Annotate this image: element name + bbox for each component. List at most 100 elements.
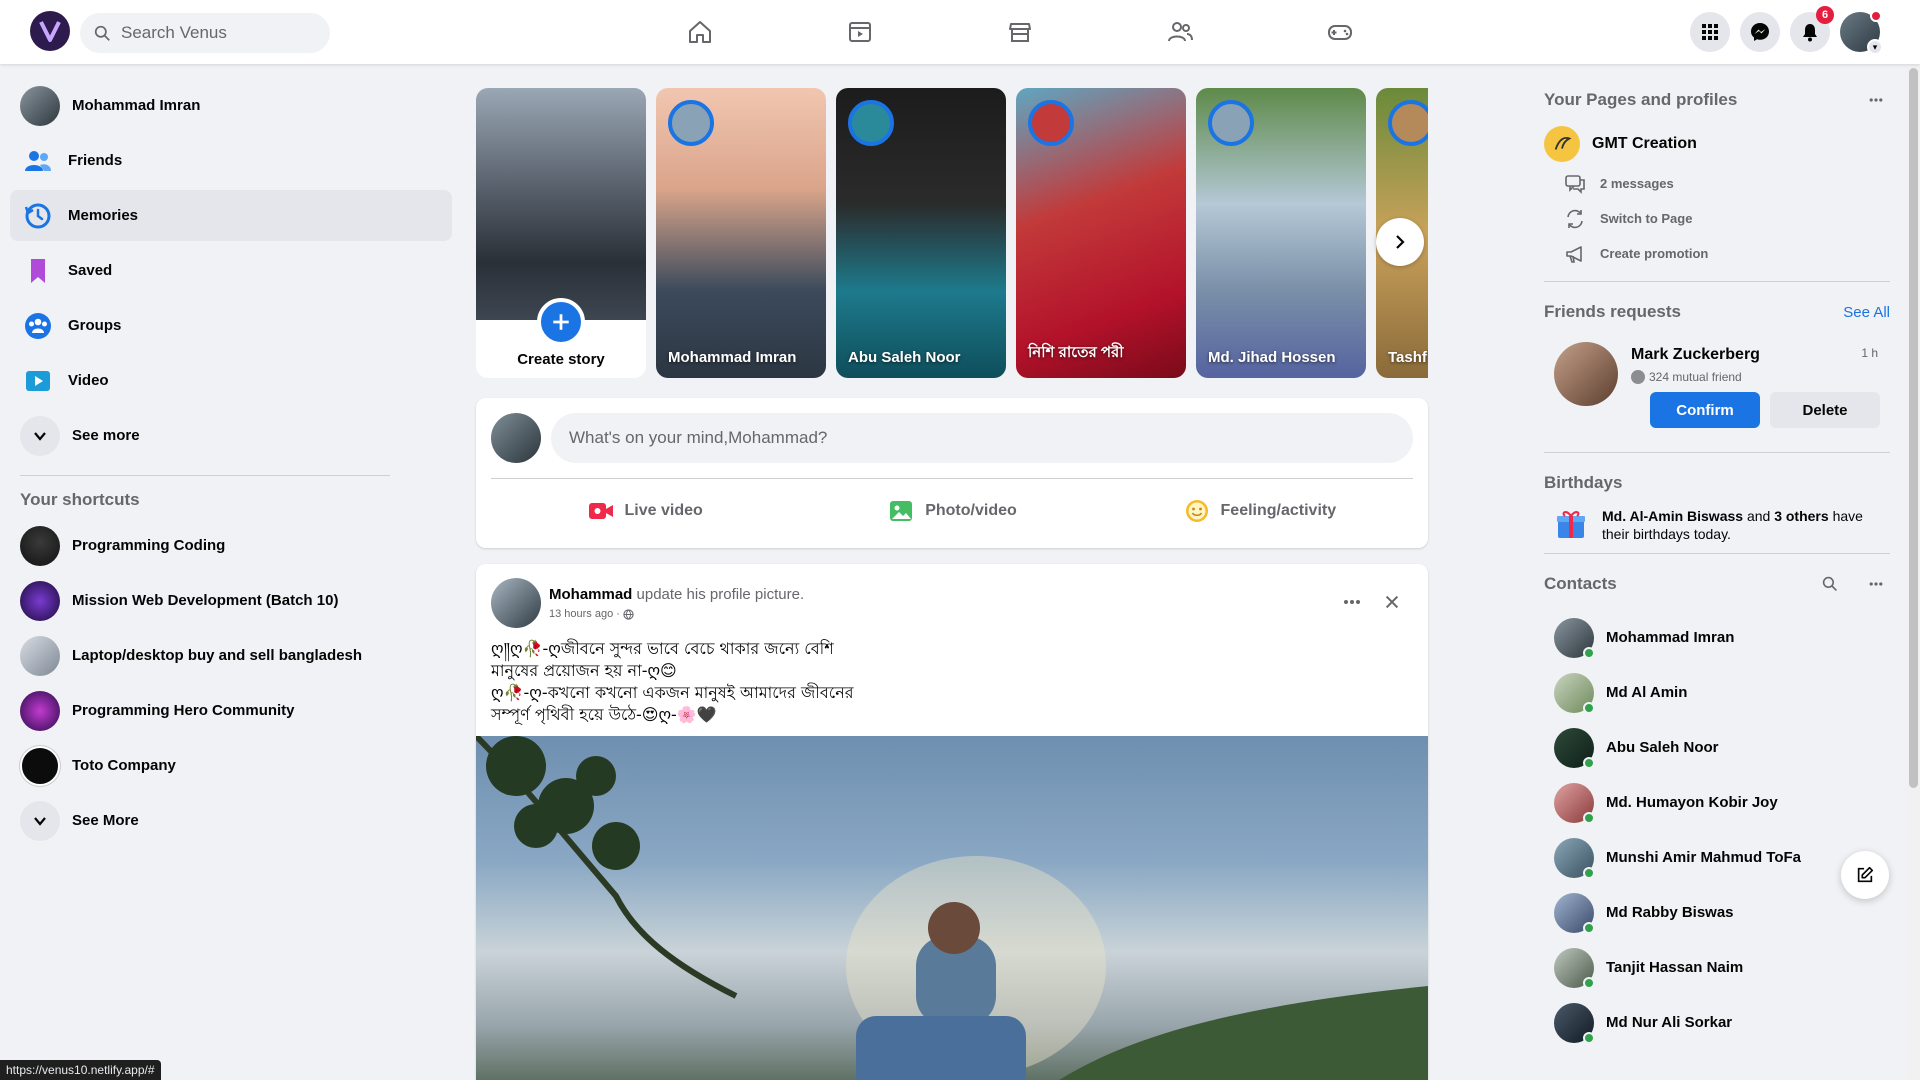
- see-all-link[interactable]: See All: [1843, 304, 1890, 321]
- contacts-more-button[interactable]: [1862, 570, 1890, 598]
- messages-icon: [1565, 174, 1585, 194]
- sidebar-item-saved[interactable]: Saved: [10, 245, 452, 296]
- sidebar-item-memories[interactable]: Memories: [10, 190, 452, 241]
- photo-video-button[interactable]: Photo/video: [798, 488, 1105, 534]
- post-close-button[interactable]: [1376, 586, 1408, 618]
- stories-next-button[interactable]: [1376, 218, 1424, 266]
- sidebar-divider: [20, 475, 390, 476]
- contact-item[interactable]: Munshi Amir Mahmud ToFa: [1544, 830, 1890, 885]
- post-author-avatar[interactable]: [491, 578, 541, 628]
- shortcuts-see-more[interactable]: See More: [10, 795, 452, 846]
- story-card[interactable]: নিশি রাতের পরী: [1016, 88, 1186, 378]
- page-name: GMT Creation: [1592, 135, 1697, 152]
- more-horizontal-icon: [1869, 98, 1883, 102]
- create-story-photo: [476, 88, 646, 320]
- page-messages[interactable]: 2 messages: [1544, 166, 1890, 201]
- right-sidebar: Your Pages and profiles GMT Creation 2 m…: [1544, 80, 1890, 1050]
- story-avatar: [1028, 100, 1074, 146]
- page-scrollbar[interactable]: [1907, 64, 1920, 1080]
- sidebar-item-label: Video: [68, 372, 109, 389]
- birthdays-header: Birthdays: [1544, 463, 1890, 503]
- story-card[interactable]: Abu Saleh Noor: [836, 88, 1006, 378]
- notifications-button[interactable]: 6: [1790, 6, 1834, 52]
- composer-input[interactable]: What's on your mind,Mohammad?: [551, 413, 1413, 463]
- live-video-button[interactable]: Live video: [491, 488, 798, 534]
- venus-logo[interactable]: [30, 11, 70, 51]
- scrollbar-thumb[interactable]: [1909, 68, 1918, 788]
- feeling-activity-button[interactable]: Feeling/activity: [1106, 488, 1413, 534]
- request-time: 1 h: [1861, 346, 1878, 360]
- plus-icon[interactable]: [537, 298, 585, 346]
- requester-avatar[interactable]: [1554, 342, 1618, 406]
- feed-post: Mohammad update his profile picture. 13 …: [476, 564, 1428, 1080]
- nav-video[interactable]: [780, 0, 940, 64]
- create-story-card[interactable]: Create story: [476, 88, 646, 378]
- messenger-button[interactable]: [1740, 12, 1780, 52]
- story-name: Tashfi: [1388, 349, 1428, 366]
- megaphone-icon: [1566, 245, 1582, 263]
- sidebar-item-label: Friends: [68, 152, 123, 169]
- post-photo[interactable]: [476, 736, 1428, 1080]
- requester-name[interactable]: Mark Zuckerberg: [1631, 346, 1760, 364]
- composer-actions: Live video Photo/video Feeling/activity: [491, 488, 1413, 534]
- delete-button[interactable]: Delete: [1770, 392, 1880, 428]
- shortcut-item[interactable]: Laptop/desktop buy and sell bangladesh: [10, 630, 452, 681]
- search-box[interactable]: [80, 13, 330, 53]
- contact-name: Md Nur Ali Sorkar: [1606, 1014, 1733, 1031]
- contact-item[interactable]: Md Nur Ali Sorkar: [1544, 995, 1890, 1050]
- sidebar-item-profile[interactable]: Mohammad Imran: [10, 80, 452, 131]
- nav-marketplace[interactable]: [940, 0, 1100, 64]
- shortcut-label: Mission Web Development (Batch 10): [72, 592, 339, 609]
- gift-icon: [1557, 511, 1585, 538]
- more-horizontal-icon: [1869, 582, 1883, 586]
- sidebar-see-more[interactable]: See more: [10, 410, 452, 461]
- sidebar-item-friends[interactable]: Friends: [10, 135, 452, 186]
- birthday-notice[interactable]: Md. Al-Amin Biswass and 3 others have th…: [1544, 507, 1890, 543]
- sidebar-item-video[interactable]: Video: [10, 355, 452, 406]
- post-author-name[interactable]: Mohammad: [549, 586, 632, 603]
- account-avatar-button[interactable]: ▾: [1840, 10, 1883, 55]
- story-card[interactable]: Mohammad Imran: [656, 88, 826, 378]
- friend-requests-header: Friends requests See All: [1544, 292, 1890, 332]
- page-gmt-creation[interactable]: GMT Creation: [1544, 122, 1890, 166]
- search-input[interactable]: [121, 23, 321, 43]
- shortcut-label: Programming Hero Community: [72, 702, 295, 719]
- contact-avatar: [1554, 837, 1595, 879]
- nav-friends[interactable]: [1100, 0, 1260, 64]
- story-name: Abu Saleh Noor: [848, 349, 961, 366]
- post-time-text[interactable]: 13 hours ago ·: [549, 608, 620, 620]
- post-header: Mohammad update his profile picture.: [549, 586, 804, 603]
- contact-item[interactable]: Md. Humayon Kobir Joy: [1544, 775, 1890, 830]
- nav-home[interactable]: [620, 0, 780, 64]
- sidebar-item-label: Saved: [68, 262, 113, 279]
- contact-item[interactable]: Abu Saleh Noor: [1544, 720, 1890, 775]
- friends-icon: [20, 143, 56, 179]
- page-promotion[interactable]: Create promotion: [1544, 236, 1890, 271]
- contact-name: Md Rabby Biswas: [1606, 904, 1734, 921]
- contact-item[interactable]: Mohammad Imran: [1544, 610, 1890, 665]
- page-logo-icon: [1554, 136, 1572, 150]
- confirm-button[interactable]: Confirm: [1650, 392, 1760, 428]
- shortcut-item[interactable]: Toto Company: [10, 740, 452, 791]
- post-composer: What's on your mind,Mohammad? Live video…: [476, 398, 1428, 548]
- page-switch[interactable]: Switch to Page: [1544, 201, 1890, 236]
- shortcut-label: Laptop/desktop buy and sell bangladesh: [72, 647, 363, 664]
- shortcut-item[interactable]: Mission Web Development (Batch 10): [10, 575, 452, 626]
- shortcut-item[interactable]: Programming Hero Community: [10, 685, 452, 736]
- contact-item[interactable]: Md Al Amin: [1544, 665, 1890, 720]
- menu-button[interactable]: [1690, 12, 1730, 52]
- contact-item[interactable]: Md Rabby Biswas: [1544, 885, 1890, 940]
- new-message-button[interactable]: [1841, 851, 1889, 899]
- story-card[interactable]: Md. Jihad Hossen: [1196, 88, 1366, 378]
- sidebar-item-groups[interactable]: Groups: [10, 300, 452, 351]
- birthday-name[interactable]: Md. Al-Amin Biswass: [1602, 508, 1743, 524]
- birthday-others[interactable]: 3 others: [1774, 508, 1828, 524]
- nav-gaming[interactable]: [1260, 0, 1420, 64]
- post-more-button[interactable]: [1336, 586, 1368, 618]
- composer-divider: [491, 478, 1413, 479]
- contacts-search-button[interactable]: [1816, 570, 1844, 598]
- shortcut-item[interactable]: Programming Coding: [10, 520, 452, 571]
- pages-more-button[interactable]: [1862, 86, 1890, 114]
- close-icon: [1385, 595, 1399, 609]
- contact-item[interactable]: Tanjit Hassan Naim: [1544, 940, 1890, 995]
